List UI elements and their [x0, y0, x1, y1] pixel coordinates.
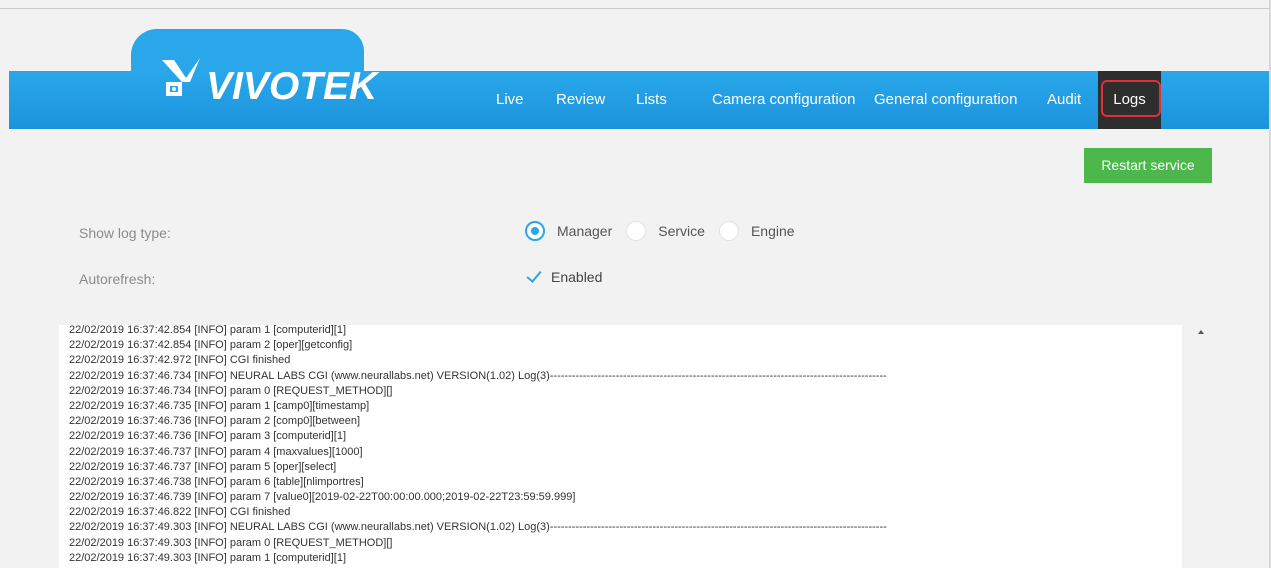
- log-line: 22/02/2019 16:37:46.736 [INFO] param 3 […: [69, 430, 347, 443]
- log-line: 22/02/2019 16:37:42.972 [INFO] CGI finis…: [69, 354, 291, 367]
- log-line: 22/02/2019 16:37:46.734 [INFO] param 0 […: [69, 384, 393, 397]
- log-line: 22/02/2019 16:37:46.739 [INFO] param 7 […: [69, 491, 576, 504]
- autorefresh-enabled-label: Enabled: [551, 269, 603, 285]
- log-lines: 22/02/2019 16:37:42.854 [INFO] param 1 […: [69, 325, 887, 566]
- top-divider: [0, 8, 1271, 9]
- autorefresh-label: Autorefresh:: [79, 271, 156, 287]
- log-line: 22/02/2019 16:37:46.737 [INFO] param 4 […: [69, 445, 363, 458]
- radio-service-indicator[interactable]: [626, 221, 647, 241]
- radio-engine-indicator[interactable]: [718, 221, 739, 241]
- log-line: 22/02/2019 16:37:49.303 [INFO] param 0 […: [69, 536, 393, 549]
- log-line: 22/02/2019 16:37:46.738 [INFO] param 6 […: [69, 475, 364, 488]
- log-line: 22/02/2019 16:37:49.303 [INFO] param 1 […: [69, 551, 347, 564]
- log-line: 22/02/2019 16:37:49.303 [INFO] NEURAL LA…: [69, 521, 887, 534]
- scroll-up-arrow-icon[interactable]: [1198, 330, 1204, 334]
- log-type-radio-group: Manager Service Engine: [525, 220, 809, 242]
- log-type-label: Show log type:: [79, 225, 171, 241]
- log-line: 22/02/2019 16:37:46.736 [INFO] param 2 […: [69, 415, 361, 428]
- nav-item-live[interactable]: Live: [496, 71, 524, 129]
- nav-item-camera-configuration[interactable]: Camera configuration: [712, 71, 855, 129]
- radio-service-label: Service: [658, 223, 705, 239]
- log-line: 22/02/2019 16:37:46.737 [INFO] param 5 […: [69, 460, 337, 473]
- log-line: 22/02/2019 16:37:46.735 [INFO] param 1 […: [69, 399, 370, 412]
- active-tab-highlight: [1101, 80, 1161, 117]
- main-nav: Live Review Lists Camera configuration G…: [0, 71, 1271, 129]
- log-output[interactable]: 22/02/2019 16:37:42.854 [INFO] param 1 […: [59, 325, 1182, 568]
- log-scrollbar[interactable]: [1183, 325, 1227, 568]
- log-line: 22/02/2019 16:37:42.854 [INFO] param 1 […: [69, 325, 347, 336]
- log-line: 22/02/2019 16:37:46.822 [INFO] CGI finis…: [69, 506, 291, 519]
- log-line: 22/02/2019 16:37:42.854 [INFO] param 2 […: [69, 339, 353, 352]
- radio-manager-label: Manager: [557, 223, 613, 239]
- nav-item-review[interactable]: Review: [556, 71, 605, 129]
- radio-manager-indicator[interactable]: [525, 221, 545, 241]
- nav-item-audit[interactable]: Audit: [1047, 71, 1081, 129]
- checkmark-icon[interactable]: [525, 268, 543, 286]
- log-line: 22/02/2019 16:37:46.734 [INFO] NEURAL LA…: [69, 369, 887, 382]
- restart-service-button[interactable]: Restart service: [1084, 148, 1212, 183]
- radio-engine-label: Engine: [750, 223, 795, 239]
- radio-service[interactable]: Service: [626, 221, 705, 241]
- nav-item-general-configuration[interactable]: General configuration: [874, 71, 1017, 129]
- radio-manager[interactable]: Manager: [525, 221, 612, 241]
- radio-engine[interactable]: Engine: [718, 221, 795, 241]
- nav-item-lists[interactable]: Lists: [636, 71, 667, 129]
- autorefresh-checkbox[interactable]: Enabled: [525, 268, 602, 286]
